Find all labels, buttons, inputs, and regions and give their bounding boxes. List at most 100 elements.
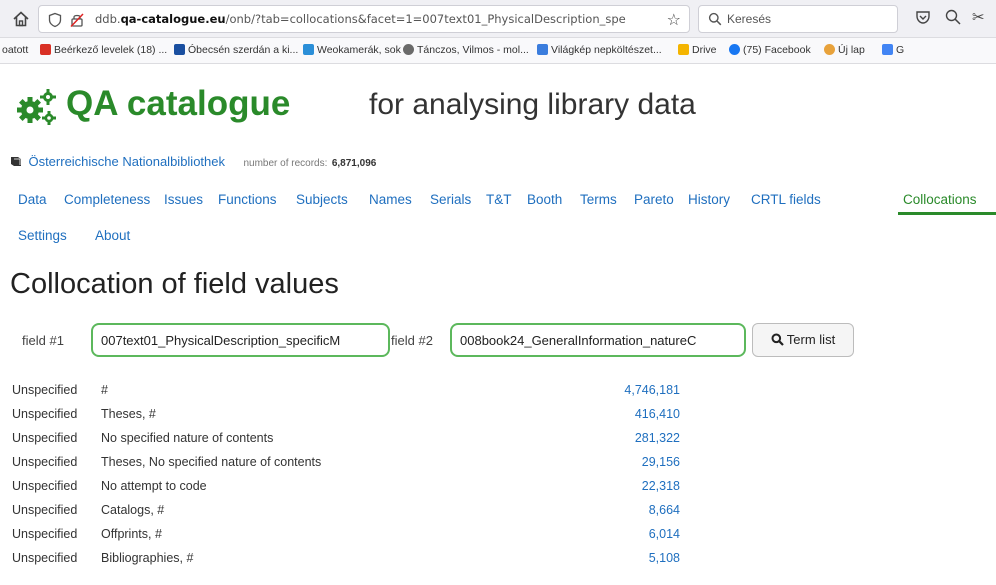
- result-field2: No attempt to code: [101, 479, 207, 493]
- active-tab-indicator: [898, 212, 996, 215]
- globe-icon: [403, 44, 414, 55]
- site-icon: [174, 44, 185, 55]
- zoom-icon[interactable]: [944, 8, 962, 30]
- tab-collocations[interactable]: Collocations: [903, 192, 977, 207]
- bookmark-item[interactable]: Drive: [678, 44, 717, 56]
- url-prefix: ddb.: [95, 12, 121, 26]
- book-icon: [11, 157, 21, 166]
- tab-names[interactable]: Names: [369, 192, 412, 207]
- result-field1: Unspecified: [12, 407, 78, 421]
- result-field1: Unspecified: [12, 431, 78, 445]
- tab-completeness[interactable]: Completeness: [64, 192, 150, 207]
- result-field1: Unspecified: [12, 479, 78, 493]
- url-text[interactable]: ddb.qa-catalogue.eu/onb/?tab=collocation…: [95, 12, 650, 26]
- collocation-form: field #1 field #2 Term list: [0, 318, 996, 364]
- tab-subjects[interactable]: Subjects: [296, 192, 348, 207]
- result-count-link[interactable]: 5,108: [560, 551, 680, 565]
- result-field1: Unspecified: [12, 503, 78, 517]
- result-field1: Unspecified: [12, 455, 78, 469]
- home-button[interactable]: [10, 8, 32, 30]
- term-list-label: Term list: [786, 332, 836, 347]
- tab-settings[interactable]: Settings: [18, 228, 67, 243]
- main-nav: Data Completeness Issues Functions Subje…: [0, 184, 996, 254]
- result-row: Unspecified Catalogs, # 8,664: [0, 503, 700, 524]
- result-row: Unspecified Offprints, # 6,014: [0, 527, 700, 548]
- bookmark-item[interactable]: (75) Facebook: [729, 44, 811, 56]
- field2-input[interactable]: [450, 323, 746, 357]
- gears-icon: [17, 89, 56, 125]
- bookmark-item[interactable]: oatott: [2, 44, 28, 56]
- tab-data[interactable]: Data: [18, 192, 47, 207]
- search-icon: [708, 12, 722, 26]
- library-info: Österreichische Nationalbibliothek numbe…: [10, 153, 376, 171]
- result-row: Unspecified No attempt to code 22,318: [0, 479, 700, 500]
- bookmark-item[interactable]: G: [882, 44, 904, 56]
- tab-crtl-fields[interactable]: CRTL fields: [751, 192, 821, 207]
- facebook-icon: [729, 44, 740, 55]
- result-row: Unspecified No specified nature of conte…: [0, 431, 700, 452]
- bookmark-item[interactable]: Új lap: [824, 44, 865, 56]
- library-name[interactable]: Österreichische Nationalbibliothek: [28, 154, 225, 169]
- result-count-link[interactable]: 281,322: [560, 431, 680, 445]
- bookmark-star-icon[interactable]: ☆: [667, 10, 681, 30]
- result-field2: No specified nature of contents: [101, 431, 274, 445]
- app-subtitle: for analysing library data: [369, 88, 696, 121]
- result-row: Unspecified Bibliographies, # 5,108: [0, 551, 700, 572]
- tab-issues[interactable]: Issues: [164, 192, 203, 207]
- tab-terms[interactable]: Terms: [580, 192, 617, 207]
- pocket-icon[interactable]: [914, 8, 932, 30]
- result-field2: Catalogs, #: [101, 503, 165, 517]
- result-field1: Unspecified: [12, 527, 78, 541]
- bookmark-item[interactable]: Beérkező levelek (18) ...: [40, 44, 167, 56]
- records-label: number of records:: [243, 158, 328, 169]
- page-title: Collocation of field values: [10, 268, 339, 300]
- webcam-icon: [303, 44, 314, 55]
- field1-label: field #1: [22, 333, 64, 348]
- bookmark-item[interactable]: Tánczos, Vilmos - mol...: [403, 44, 529, 56]
- browser-toolbar: ddb.qa-catalogue.eu/onb/?tab=collocation…: [0, 0, 996, 38]
- app-title[interactable]: QA catalogue: [66, 84, 290, 124]
- tab-history[interactable]: History: [688, 192, 730, 207]
- drive-icon: [678, 44, 689, 55]
- result-count-link[interactable]: 6,014: [560, 527, 680, 541]
- result-field1: Unspecified: [12, 551, 78, 565]
- result-count-link[interactable]: 22,318: [560, 479, 680, 493]
- bookmark-item[interactable]: Óbecsén szerdán a ki...: [174, 44, 298, 56]
- records-count: 6,871,096: [331, 158, 377, 169]
- tab-about[interactable]: About: [95, 228, 130, 243]
- result-count-link[interactable]: 416,410: [560, 407, 680, 421]
- result-count-link[interactable]: 29,156: [560, 455, 680, 469]
- bookmark-item[interactable]: Weokamerák, sok: [303, 44, 401, 56]
- result-row: Unspecified Theses, # 416,410: [0, 407, 700, 428]
- field2-label: field #2: [391, 333, 433, 348]
- search-placeholder: Keresés: [727, 12, 772, 26]
- result-count-link[interactable]: 4,746,181: [560, 383, 680, 397]
- tab-serials[interactable]: Serials: [430, 192, 471, 207]
- search-icon: [771, 333, 784, 346]
- extension-icon[interactable]: ✂: [972, 8, 985, 26]
- result-row: Unspecified # 4,746,181: [0, 383, 700, 404]
- tab-functions[interactable]: Functions: [218, 192, 277, 207]
- gmail-icon: [40, 44, 51, 55]
- result-count-link[interactable]: 8,664: [560, 503, 680, 517]
- document-icon: [537, 44, 548, 55]
- result-row: Unspecified Theses, No specified nature …: [0, 455, 700, 476]
- tab-t-and-t[interactable]: T&T: [486, 192, 512, 207]
- bookmarks-bar: oatott Beérkező levelek (18) ... Óbecsén…: [0, 38, 996, 64]
- result-field1: Unspecified: [12, 383, 78, 397]
- site-icon: [882, 44, 893, 55]
- tab-pareto[interactable]: Pareto: [634, 192, 674, 207]
- result-field2: Theses, No specified nature of contents: [101, 455, 322, 469]
- result-field2: Offprints, #: [101, 527, 162, 541]
- term-list-button[interactable]: Term list: [752, 323, 854, 357]
- address-bar[interactable]: ddb.qa-catalogue.eu/onb/?tab=collocation…: [38, 5, 690, 33]
- home-icon: [13, 11, 29, 27]
- insecure-lock-icon[interactable]: [69, 12, 85, 28]
- url-path: /onb/?tab=collocations&facet=1=007text01…: [225, 12, 626, 26]
- shield-icon[interactable]: [47, 12, 63, 28]
- field1-input[interactable]: [91, 323, 390, 357]
- result-field2: Bibliographies, #: [101, 551, 194, 565]
- tab-booth[interactable]: Booth: [527, 192, 562, 207]
- browser-search-input[interactable]: Keresés: [698, 5, 898, 33]
- bookmark-item[interactable]: Világkép nepköltészet...: [537, 44, 662, 56]
